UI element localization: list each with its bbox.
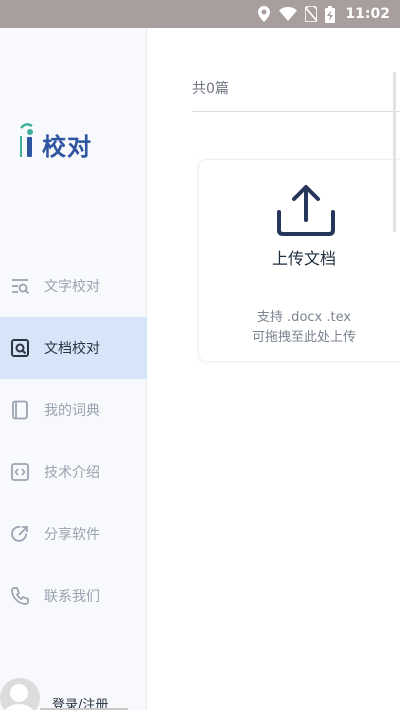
divider xyxy=(192,111,400,112)
logo-text: 校对 xyxy=(42,133,92,161)
supported-formats: 支持 .docx .tex xyxy=(256,310,352,325)
sidebar-item-label: 技术介绍 xyxy=(44,465,100,481)
phone-icon xyxy=(10,586,30,606)
login-section[interactable]: 登录/注册 xyxy=(0,678,147,710)
book-icon xyxy=(10,400,30,420)
document-proofread-icon xyxy=(10,338,30,358)
sidebar-nav: 文字校对 文档校对 我的词典 技术介绍 分享软件 联系我们 xyxy=(0,255,147,627)
scrollbar[interactable] xyxy=(393,72,396,232)
sidebar-item-label: 我的词典 xyxy=(44,403,100,419)
sidebar-item-share[interactable]: 分享软件 xyxy=(0,503,147,565)
app-logo: 校对 xyxy=(18,122,92,162)
sidebar-item-contact[interactable]: 联系我们 xyxy=(0,565,147,627)
document-count: 共0篇 xyxy=(192,81,229,97)
code-icon xyxy=(10,462,30,482)
battery-charging-icon xyxy=(325,5,336,23)
sidebar-item-document-proofread[interactable]: 文档校对 xyxy=(0,317,147,379)
location-icon xyxy=(257,6,271,22)
sidebar-item-label: 联系我们 xyxy=(44,589,100,605)
sidebar-item-my-dictionary[interactable]: 我的词典 xyxy=(0,379,147,441)
status-bar: 11:02 xyxy=(0,0,400,28)
sidebar-item-text-proofread[interactable]: 文字校对 xyxy=(0,255,147,317)
sidebar-item-label: 文档校对 xyxy=(44,341,100,357)
sidebar-item-tech-intro[interactable]: 技术介绍 xyxy=(0,441,147,503)
avatar[interactable] xyxy=(0,678,40,710)
upload-document-button[interactable]: 上传文档 xyxy=(199,245,400,269)
upload-icon[interactable] xyxy=(275,182,337,238)
upload-support-text: 支持 .docx .tex 可拖拽至此处上传 xyxy=(199,308,400,348)
status-time: 11:02 xyxy=(345,6,390,22)
sidebar-item-label: 文字校对 xyxy=(44,279,100,295)
upload-dropzone[interactable]: 上传文档 支持 .docx .tex 可拖拽至此处上传 xyxy=(198,159,400,362)
sidebar: 校对 文字校对 文档校对 我的词典 技术介绍 分享软件 联系我们 登录/注册 xyxy=(0,28,147,710)
main-content: 共0篇 上传文档 支持 .docx .tex 可拖拽至此处上传 xyxy=(148,28,400,710)
sidebar-item-label: 分享软件 xyxy=(44,527,100,543)
share-icon xyxy=(10,524,30,544)
no-sim-icon xyxy=(305,6,318,22)
drag-drop-hint: 可拖拽至此处上传 xyxy=(251,330,356,345)
wifi-icon xyxy=(279,7,298,21)
logo-mark-icon xyxy=(18,122,40,162)
text-proofread-icon xyxy=(10,276,30,296)
